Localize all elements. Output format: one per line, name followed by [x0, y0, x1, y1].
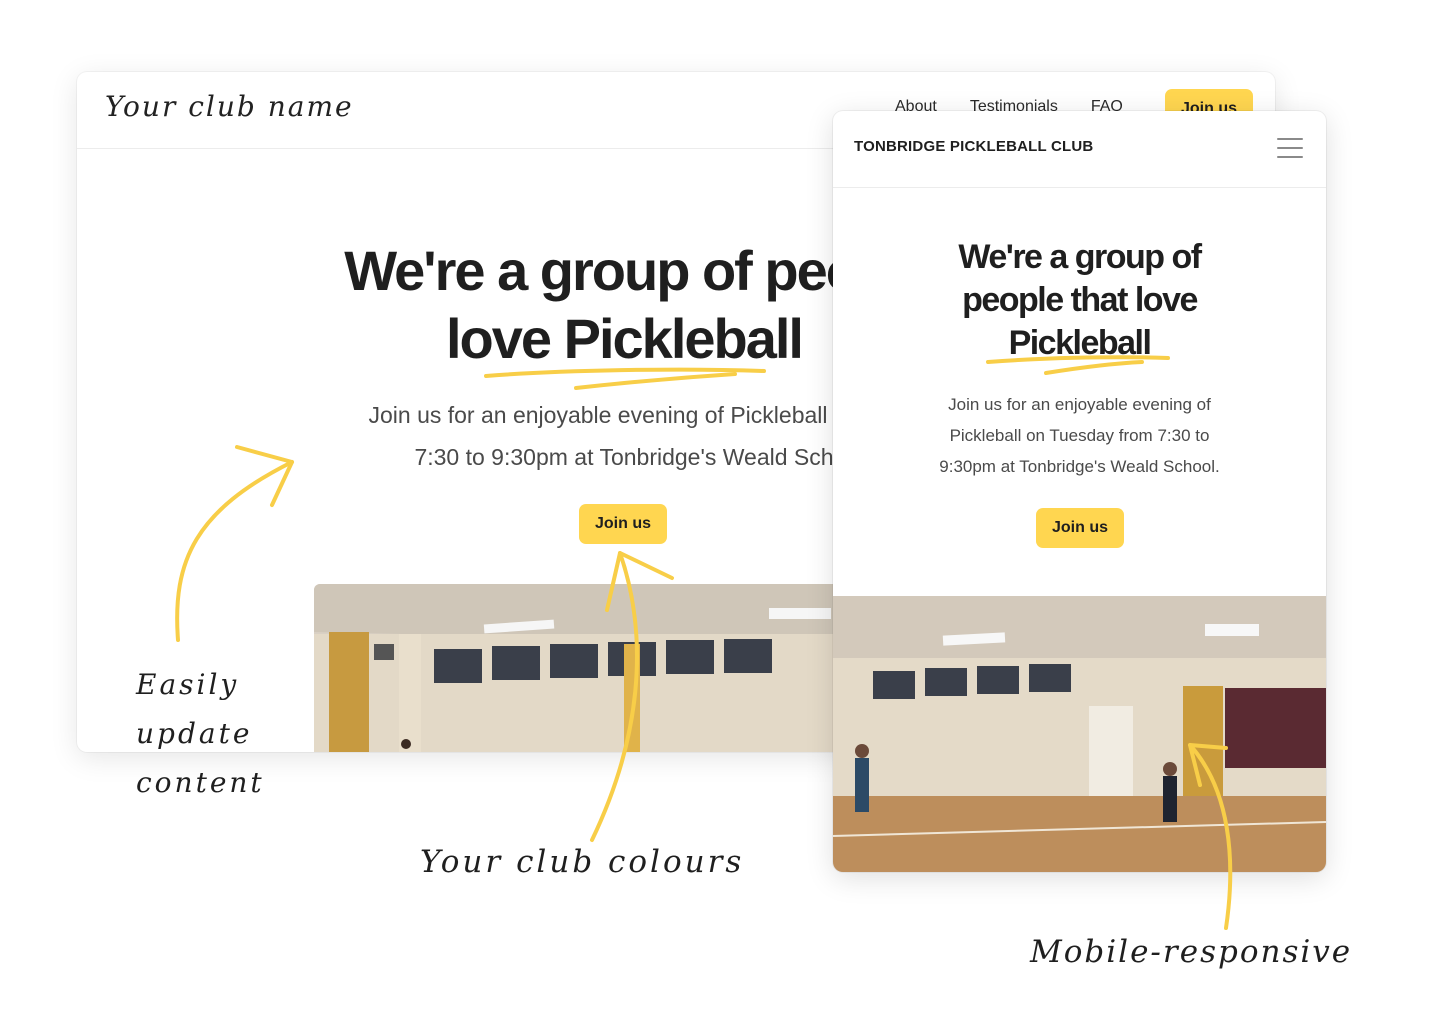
subtext-line: Pickleball on Tuesday from 7:30 to	[949, 426, 1210, 445]
annotation-line: content	[136, 766, 265, 799]
annotation-easily-update-content: Easily update content	[136, 660, 265, 807]
club-logo[interactable]: Your club name	[105, 90, 354, 123]
mobile-join-us-button[interactable]: Join us	[1036, 508, 1124, 548]
hero-line: people that love	[962, 281, 1198, 319]
hamburger-menu-icon[interactable]	[1277, 138, 1303, 158]
subtext-line: 9:30pm at Tonbridge's Weald School.	[939, 457, 1220, 476]
annotation-mobile-responsive: Mobile-responsive	[1030, 934, 1353, 970]
mobile-club-title[interactable]: TONBRIDGE PICKLEBALL CLUB	[854, 138, 1093, 155]
annotation-line: update	[136, 717, 253, 750]
join-us-button[interactable]: Join us	[579, 504, 667, 544]
hall-photo-illustration	[314, 584, 854, 752]
mobile-hero-heading: We're a group of people that love Pickle…	[833, 236, 1326, 365]
hero-line: We're a group of	[958, 238, 1202, 276]
mobile-hall-photo-illustration	[833, 596, 1326, 872]
mobile-hall-photo	[833, 596, 1326, 872]
subtext-line: Join us for an enjoyable evening of	[948, 395, 1211, 414]
annotation-club-colours: Your club colours	[420, 844, 745, 880]
mobile-hero-subtext: Join us for an enjoyable evening of Pick…	[903, 389, 1256, 482]
mobile-preview: TONBRIDGE PICKLEBALL CLUB We're a group …	[833, 111, 1326, 872]
mobile-header: TONBRIDGE PICKLEBALL CLUB	[833, 111, 1326, 188]
hall-photo	[314, 584, 854, 752]
annotation-line: Easily	[136, 668, 240, 701]
hero-line: Pickleball	[1008, 324, 1152, 362]
